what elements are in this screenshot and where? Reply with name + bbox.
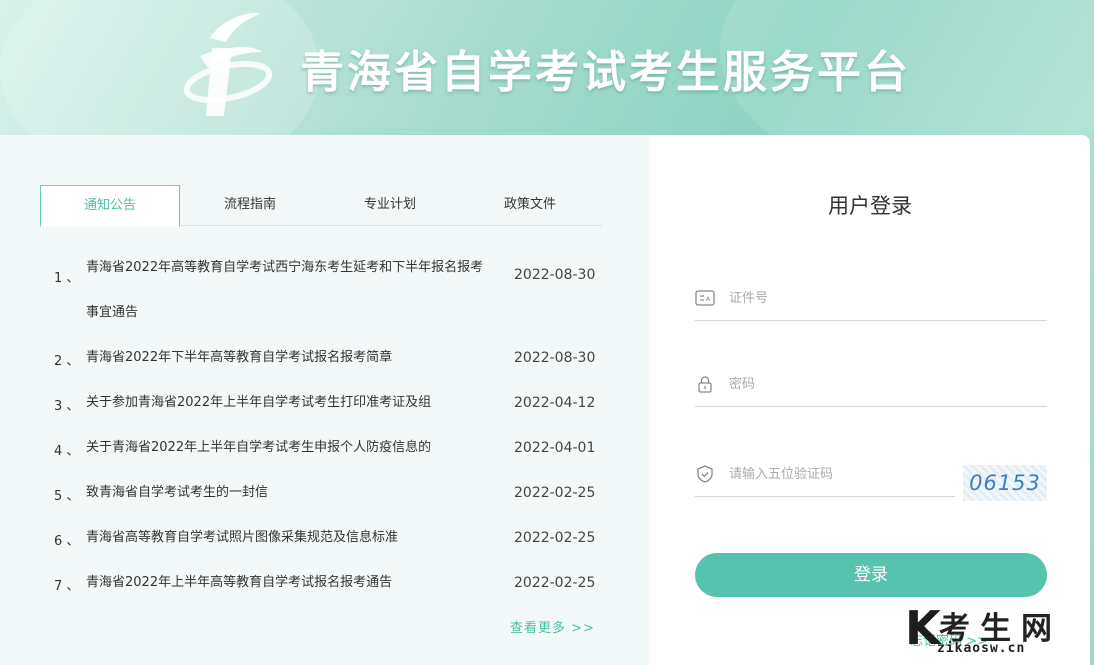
login-panel: 用户登录 A 06153 登录 忘记密码 >> — [650, 135, 1090, 665]
logo-icon — [183, 13, 273, 116]
item-number: 6 、 — [54, 534, 80, 549]
login-title: 用户登录 — [828, 194, 912, 218]
tab-policy-docs[interactable]: 政策文件 — [460, 185, 600, 226]
item-number: 2 、 — [54, 354, 80, 369]
item-number: 5 、 — [54, 489, 80, 504]
item-title[interactable]: 致青海省自学考试考生的一封信 — [86, 470, 496, 515]
view-more-link[interactable]: 查看更多 >> — [510, 617, 595, 636]
item-title[interactable]: 关于青海省2022年上半年自学考试考生申报个人防疫信息的 — [86, 425, 496, 470]
watermark-k: K — [905, 601, 941, 655]
site-title: 青海省自学考试考生服务平台 — [300, 47, 911, 98]
item-number: 7 、 — [54, 579, 80, 594]
notice-panel: 通知公告 流程指南 专业计划 政策文件 1 、 青海省2022年高等教育自学考试… — [0, 135, 650, 665]
item-date: 2022-08-30 — [514, 350, 596, 366]
password-field — [695, 361, 1047, 407]
item-title[interactable]: 青海省高等教育自学考试照片图像采集规范及信息标准 — [86, 515, 496, 560]
tab-bar: 通知公告 流程指南 专业计划 政策文件 — [40, 185, 602, 227]
login-button[interactable]: 登录 — [695, 553, 1047, 597]
svg-text:A: A — [706, 296, 711, 303]
item-number: 4 、 — [54, 444, 80, 459]
item-title[interactable]: 青海省2022年上半年高等教育自学考试报名报考通告 — [86, 560, 496, 605]
item-date: 2022-04-01 — [514, 440, 596, 456]
tab-notices[interactable]: 通知公告 — [40, 185, 180, 227]
item-number: 3 、 — [54, 399, 80, 414]
item-date: 2022-02-25 — [514, 485, 596, 501]
id-number-field: A — [695, 275, 1047, 321]
id-number-input[interactable] — [729, 285, 1029, 311]
item-title[interactable]: 关于参加青海省2022年上半年自学考试考生打印准考证及组 — [86, 380, 496, 425]
item-number: 1 、 — [54, 271, 80, 286]
item-date: 2022-04-12 — [514, 395, 596, 411]
item-date: 2022-02-25 — [514, 530, 596, 546]
captcha-image[interactable]: 06153 — [963, 465, 1047, 501]
password-input[interactable] — [729, 371, 1029, 397]
captcha-field — [695, 451, 955, 497]
tab-process-guide[interactable]: 流程指南 — [180, 185, 320, 226]
captcha-input[interactable] — [729, 461, 949, 487]
item-date: 2022-08-30 — [514, 267, 596, 283]
item-title[interactable]: 青海省2022年高等教育自学考试西宁海东考生延考和下半年报名报考事宜通告 — [86, 245, 496, 335]
watermark-logo: K 考生网 zikaosw.cn — [905, 601, 1085, 661]
header-banner: 青海省自学考试考生服务平台 — [0, 0, 1094, 135]
tab-major-plan[interactable]: 专业计划 — [320, 185, 460, 226]
watermark-domain: zikaosw.cn — [937, 641, 1026, 656]
shield-icon — [697, 465, 713, 483]
lock-icon — [698, 376, 712, 393]
id-card-icon: A — [695, 290, 715, 306]
item-title[interactable]: 青海省2022年下半年高等教育自学考试报名报考简章 — [86, 335, 496, 380]
item-date: 2022-02-25 — [514, 575, 596, 591]
